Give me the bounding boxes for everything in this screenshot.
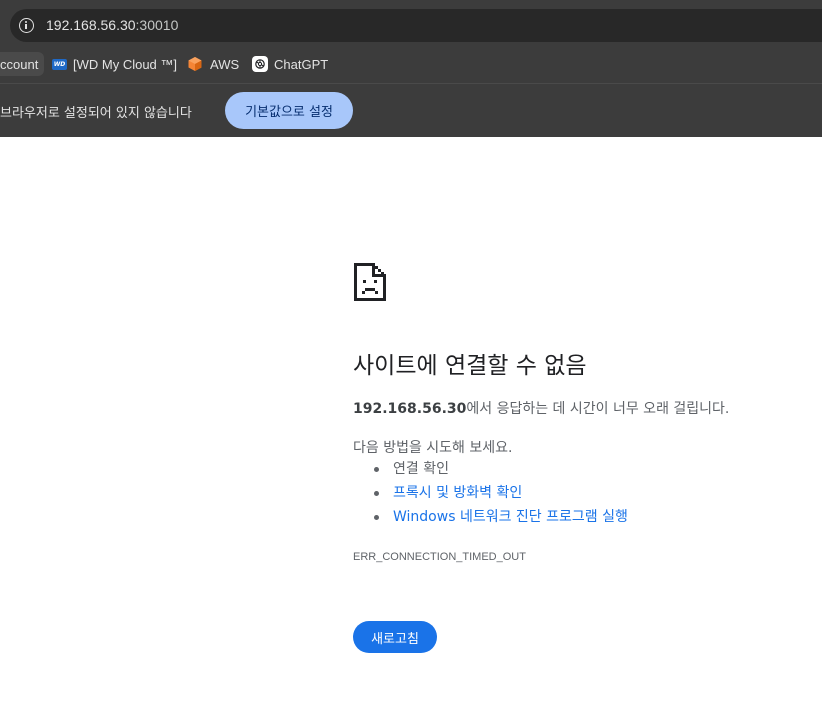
infobar-message: 브라우저로 설정되어 있지 않습니다 bbox=[0, 106, 192, 121]
info-icon[interactable] bbox=[19, 18, 34, 33]
url-text[interactable]: 192.168.56.30:30010 bbox=[46, 17, 178, 33]
suggestion-check-connection: 연결 확인 bbox=[353, 460, 628, 484]
error-title: 사이트에 연결할 수 없음 bbox=[353, 353, 587, 379]
reload-button[interactable]: 새로고침 bbox=[353, 621, 437, 653]
aws-logo-icon bbox=[188, 57, 202, 71]
error-description: 192.168.56.30에서 응답하는 데 시간이 너무 오래 걸립니다. bbox=[353, 398, 729, 418]
wd-logo-icon: WD bbox=[52, 58, 67, 70]
suggestions-list: 연결 확인 프록시 및 방화벽 확인 Windows 네트워크 진단 프로그램 … bbox=[353, 460, 628, 532]
bookmark-label: ChatGPT bbox=[274, 56, 329, 72]
bookmark-label: [WD My Cloud ™] bbox=[73, 56, 178, 72]
url-port: :30010 bbox=[135, 17, 179, 33]
default-browser-infobar: 브라우저로 설정되어 있지 않습니다 기본값으로 설정 bbox=[0, 83, 822, 137]
url-host: 192.168.56.30 bbox=[46, 17, 136, 33]
address-bar-row: 192.168.56.30:30010 bbox=[0, 0, 822, 44]
bookmark-chatgpt[interactable]: ChatGPT bbox=[252, 52, 328, 76]
suggestion-check-proxy-firewall[interactable]: 프록시 및 방화벽 확인 bbox=[353, 484, 628, 508]
sad-page-icon bbox=[354, 263, 386, 301]
set-default-button[interactable]: 기본값으로 설정 bbox=[225, 92, 353, 129]
chatgpt-logo-icon bbox=[252, 56, 268, 72]
bookmark-account[interactable]: ccount bbox=[0, 52, 45, 76]
suggestion-run-network-diagnostics[interactable]: Windows 네트워크 진단 프로그램 실행 bbox=[353, 508, 628, 532]
bookmark-wd-my-cloud[interactable]: WD [WD My Cloud ™] bbox=[52, 52, 177, 76]
error-host: 192.168.56.30 bbox=[353, 401, 467, 417]
bookmark-aws[interactable]: AWS bbox=[187, 52, 239, 76]
bookmark-label: ccount bbox=[0, 56, 39, 72]
bookmarks-bar: ccount WD [WD My Cloud ™] AWS ChatGPT bbox=[0, 44, 822, 83]
suggestions-intro: 다음 방법을 시도해 보세요. bbox=[353, 440, 513, 456]
bookmark-label: AWS bbox=[210, 56, 240, 72]
omnibox[interactable]: 192.168.56.30:30010 bbox=[10, 9, 822, 42]
error-description-text: 에서 응답하는 데 시간이 너무 오래 걸립니다. bbox=[466, 401, 730, 417]
error-code: ERR_CONNECTION_TIMED_OUT bbox=[353, 551, 526, 563]
